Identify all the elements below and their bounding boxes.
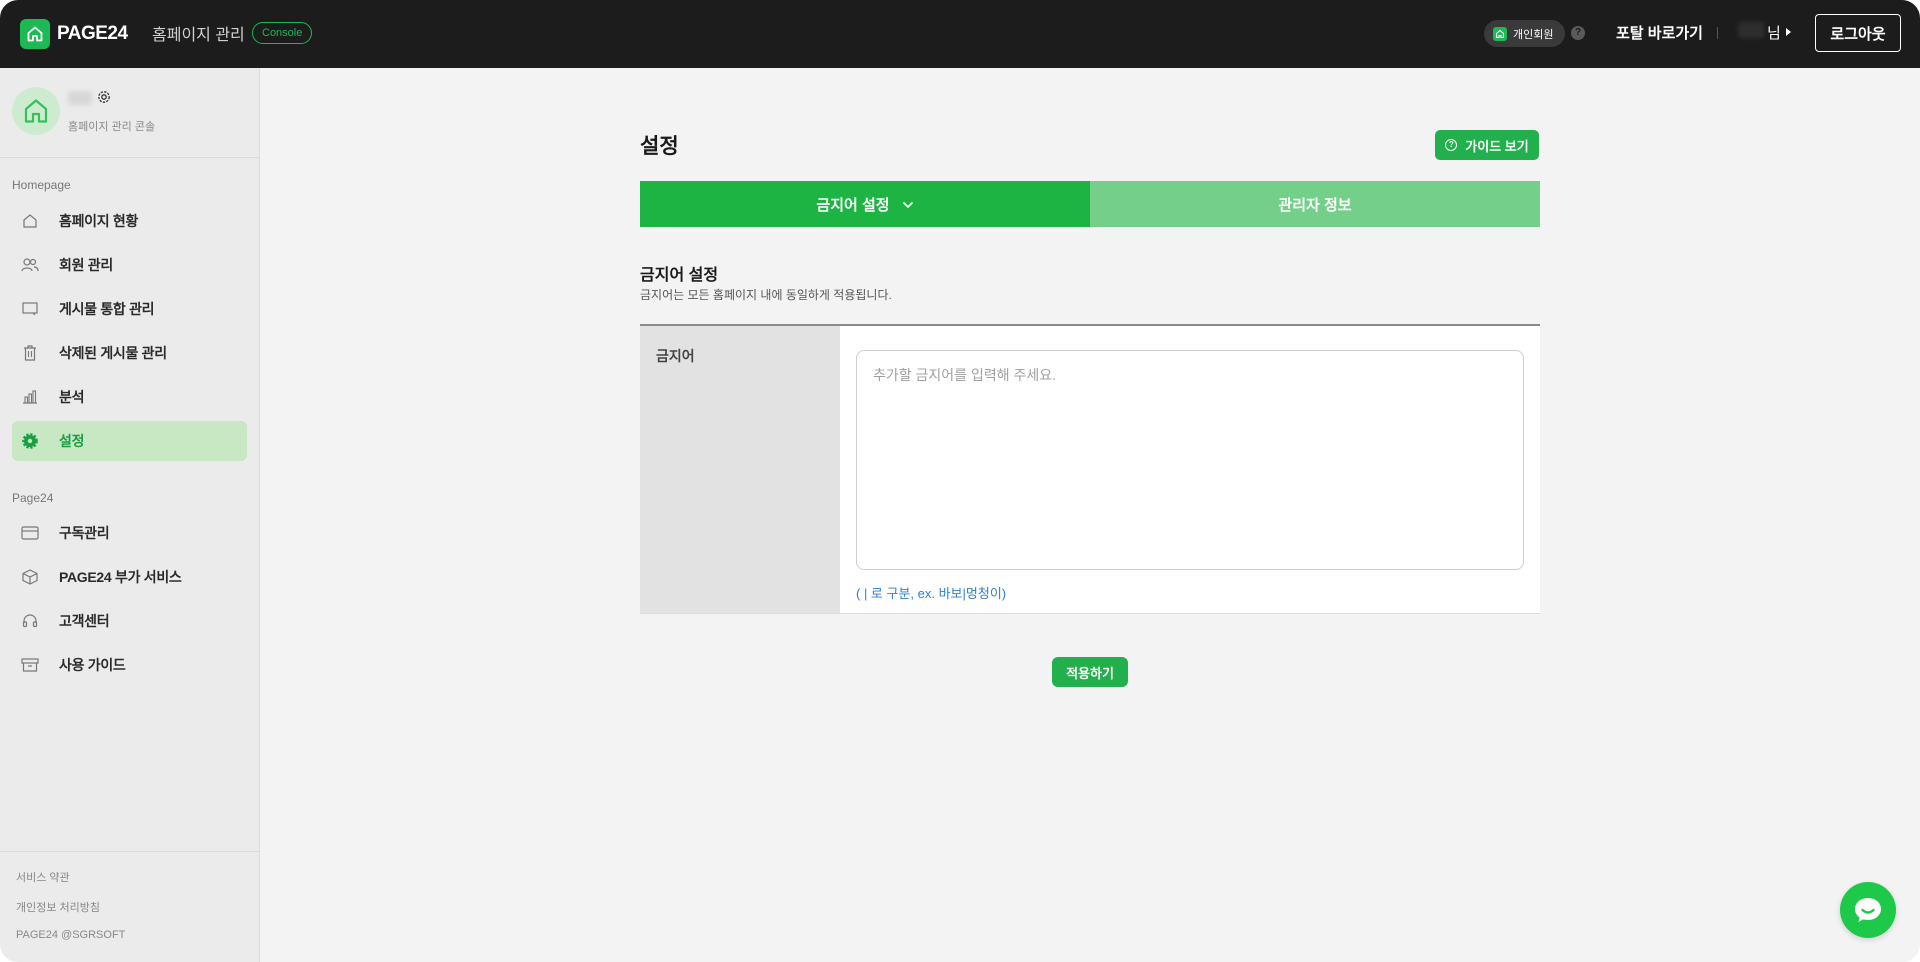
sidebar-item-label: 설정 — [59, 433, 85, 449]
top-header: PAGE24 홈페이지 관리 Console 개인회원 ? 포탈 바로가기 님 … — [0, 0, 1920, 68]
section-label-homepage: Homepage — [12, 178, 71, 192]
tab-label: 금지어 설정 — [816, 196, 890, 214]
archive-icon — [21, 656, 39, 674]
apply-button[interactable]: 적용하기 — [1052, 657, 1128, 687]
sidebar-item-analytics[interactable]: 분석 — [12, 377, 247, 417]
home-logo-icon — [20, 19, 50, 49]
user-suffix[interactable]: 님 — [1767, 22, 1781, 43]
avatar — [12, 87, 60, 135]
sidebar-item-label: 고객센터 — [59, 613, 110, 629]
user-name-redacted — [1738, 22, 1764, 38]
copyright: PAGE24 @SGRSOFT — [16, 929, 126, 941]
sidebar-item-label: PAGE24 부가 서비스 — [59, 569, 182, 585]
section-label-page24: Page24 — [12, 491, 54, 505]
tab-admin-info[interactable]: 관리자 정보 — [1090, 181, 1540, 227]
banned-words-input[interactable] — [856, 350, 1524, 570]
sidebar-item-support[interactable]: 고객센터 — [12, 601, 247, 641]
profile-subtitle: 홈페이지 관리 콘솔 — [68, 121, 156, 133]
privacy-link[interactable]: 개인정보 처리방침 — [16, 899, 100, 915]
form-label: 금지어 — [640, 326, 840, 613]
input-hint: ( | 로 구분, ex. 바보|멍청이) — [856, 586, 1007, 601]
app-name: 홈페이지 관리 — [152, 27, 245, 44]
page-title: 설정 — [640, 135, 679, 158]
sidebar-item-addon-services[interactable]: PAGE24 부가 서비스 — [12, 557, 247, 597]
sidebar-item-label: 삭제된 게시물 관리 — [59, 345, 167, 361]
app-window: PAGE24 홈페이지 관리 Console 개인회원 ? 포탈 바로가기 님 … — [0, 0, 1920, 962]
gear-icon[interactable] — [97, 90, 111, 109]
sidebar-item-label: 게시물 통합 관리 — [59, 301, 155, 317]
sidebar-item-label: 분석 — [59, 389, 85, 405]
sidebar-item-settings[interactable]: 설정 — [12, 421, 247, 461]
profile-block: 홈페이지 관리 콘솔 — [0, 68, 259, 158]
logout-button[interactable]: 로그아웃 — [1815, 14, 1901, 52]
sidebar-footer — [0, 851, 259, 852]
users-icon — [21, 256, 39, 274]
sidebar-item-subscription[interactable]: 구독관리 — [12, 513, 247, 553]
question-icon: ? — [1445, 139, 1458, 151]
logo-text: PAGE24 — [57, 23, 128, 44]
help-icon[interactable]: ? — [1571, 26, 1585, 40]
terms-link[interactable]: 서비스 약관 — [16, 869, 70, 885]
profile-name-redacted — [68, 91, 92, 105]
home-icon — [1493, 26, 1507, 41]
card-icon — [21, 524, 39, 542]
tab-bar: 금지어 설정 관리자 정보 — [640, 181, 1540, 227]
chevron-down-icon — [902, 196, 914, 213]
main-content: 설정 ? 가이드 보기 금지어 설정 관리자 정보 금지어 설정 금지어는 모든… — [261, 68, 1920, 962]
sidebar-item-posts[interactable]: 게시물 통합 관리 — [12, 289, 247, 329]
board-icon — [21, 300, 39, 318]
section-title: 금지어 설정 — [640, 267, 719, 284]
sidebar-item-deleted-posts[interactable]: 삭제된 게시물 관리 — [12, 333, 247, 373]
member-type-label: 개인회원 — [1513, 28, 1554, 41]
gear-icon — [21, 432, 39, 450]
sidebar: 홈페이지 관리 콘솔 Homepage 홈페이지 현황 회원 관리 게시물 통합… — [0, 68, 260, 962]
form-value-cell: ( | 로 구분, ex. 바보|멍청이) — [840, 326, 1540, 613]
chart-icon — [21, 388, 39, 406]
divider — [1717, 27, 1718, 39]
member-type-badge: 개인회원 — [1484, 20, 1565, 47]
chat-bubble-icon — [1855, 898, 1881, 922]
sidebar-item-homepage-status[interactable]: 홈페이지 현황 — [12, 201, 247, 241]
box-icon — [21, 568, 39, 586]
portal-link[interactable]: 포탈 바로가기 — [1616, 22, 1703, 43]
sidebar-item-label: 회원 관리 — [59, 257, 113, 273]
guide-button[interactable]: ? 가이드 보기 — [1435, 130, 1539, 160]
banned-words-form: 금지어 ( | 로 구분, ex. 바보|멍청이) — [640, 324, 1540, 614]
section-description: 금지어는 모든 홈페이지 내에 동일하게 적용됩니다. — [640, 288, 892, 302]
caret-right-icon[interactable] — [1786, 28, 1791, 36]
home-icon — [21, 212, 39, 230]
chat-button[interactable] — [1840, 882, 1896, 938]
logo[interactable]: PAGE24 — [20, 19, 128, 49]
tab-label: 관리자 정보 — [1278, 196, 1352, 214]
sidebar-item-label: 사용 가이드 — [59, 657, 126, 673]
guide-button-label: 가이드 보기 — [1465, 138, 1529, 154]
trash-icon — [21, 344, 39, 362]
tab-banned-words[interactable]: 금지어 설정 — [640, 181, 1090, 227]
sidebar-item-label: 홈페이지 현황 — [59, 213, 139, 229]
sidebar-item-label: 구독관리 — [59, 525, 110, 541]
sidebar-item-members[interactable]: 회원 관리 — [12, 245, 247, 285]
headset-icon — [21, 612, 39, 630]
console-badge: Console — [252, 22, 313, 44]
sidebar-item-user-guide[interactable]: 사용 가이드 — [12, 645, 247, 685]
